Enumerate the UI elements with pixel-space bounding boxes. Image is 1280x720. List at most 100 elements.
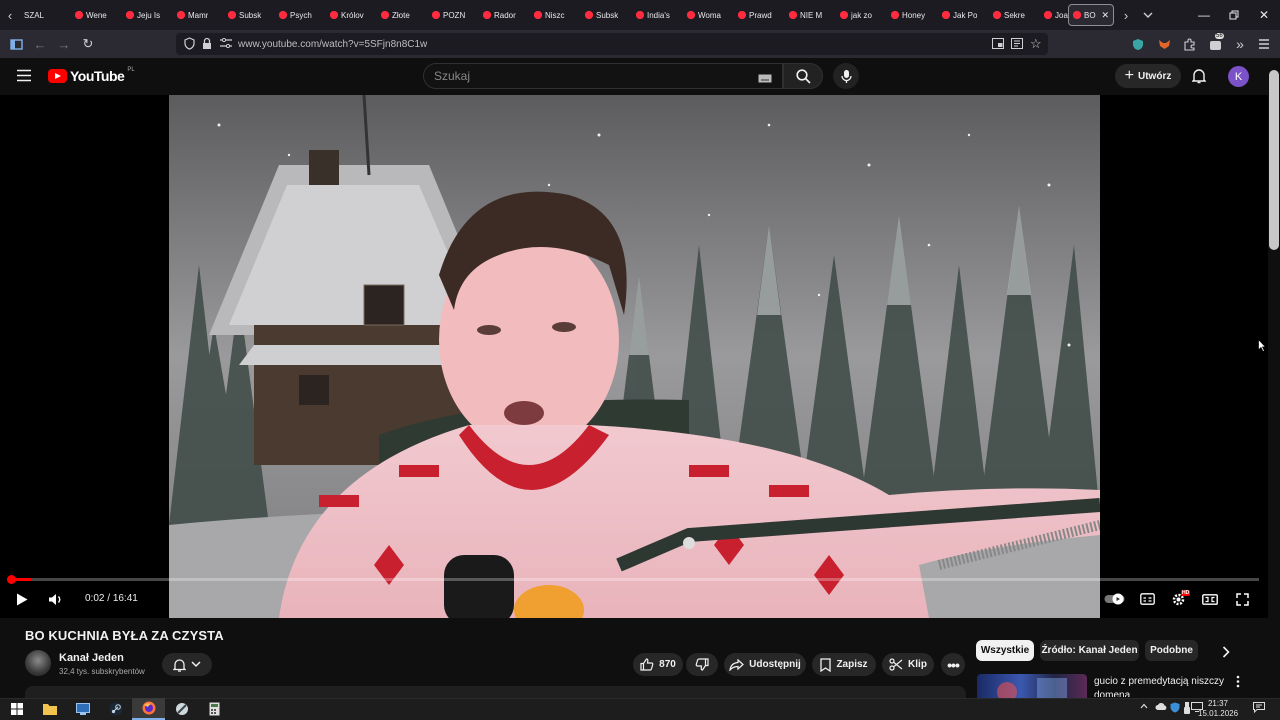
keyboard-icon[interactable] bbox=[758, 72, 772, 86]
browser-tab[interactable]: Honey bbox=[887, 4, 937, 26]
browser-tab[interactable]: Królov bbox=[326, 4, 376, 26]
browser-tab[interactable]: Woma bbox=[683, 4, 733, 26]
more-actions-button[interactable]: ••• bbox=[941, 653, 965, 676]
recommendation-menu-icon[interactable] bbox=[1236, 675, 1240, 693]
clip-label: Klip bbox=[908, 659, 927, 670]
reader-view-icon[interactable] bbox=[1011, 38, 1023, 52]
voice-search-button[interactable] bbox=[833, 63, 859, 89]
theater-mode-button[interactable] bbox=[1200, 588, 1220, 610]
url-text[interactable]: www.youtube.com/watch?v=5SFjn8n8C1w bbox=[238, 39, 427, 50]
active-tab[interactable]: BO ✕ bbox=[1068, 4, 1114, 26]
browser-menu-icon[interactable] bbox=[1252, 30, 1276, 58]
browser-tab[interactable]: POZN bbox=[428, 4, 478, 26]
filter-chip[interactable]: Źródło: Kanał Jeden bbox=[1040, 640, 1139, 661]
browser-tab[interactable]: Mamr bbox=[173, 4, 223, 26]
sidebar-toggle-icon[interactable] bbox=[4, 30, 28, 58]
tray-overflow-chevron-icon[interactable] bbox=[1140, 701, 1148, 711]
overflow-chevrons-icon[interactable]: » bbox=[1228, 30, 1252, 58]
autoplay-toggle[interactable] bbox=[1104, 588, 1126, 610]
browser-tab[interactable]: Wene bbox=[71, 4, 121, 26]
notifications-bell-icon[interactable] bbox=[1191, 68, 1207, 89]
video-player[interactable] bbox=[0, 95, 1268, 618]
reload-icon[interactable]: ↻ bbox=[76, 30, 100, 58]
youtube-favicon-icon bbox=[330, 11, 338, 19]
browser-tab[interactable]: NIE M bbox=[785, 4, 835, 26]
start-windows-icon[interactable] bbox=[0, 698, 33, 720]
restore-window-icon[interactable] bbox=[1218, 0, 1250, 30]
subscription-bell-button[interactable] bbox=[162, 653, 212, 676]
channel-avatar[interactable] bbox=[25, 650, 51, 676]
clip-button[interactable]: Klip bbox=[882, 653, 934, 676]
fullscreen-button[interactable] bbox=[1232, 588, 1252, 610]
tab-scroll-right-icon[interactable]: › bbox=[1116, 0, 1136, 30]
extension-shield-icon[interactable] bbox=[1126, 30, 1150, 58]
taskbar-clock[interactable]: 21:37 15.01.2026 bbox=[1198, 699, 1238, 719]
tray-usb-icon[interactable] bbox=[1184, 702, 1190, 716]
browser-tab[interactable]: SZAL bbox=[20, 4, 70, 26]
dislike-button[interactable] bbox=[686, 653, 718, 676]
create-button[interactable]: + Utwórz bbox=[1115, 64, 1181, 88]
browser-tab[interactable]: Sekre bbox=[989, 4, 1039, 26]
description-box[interactable] bbox=[25, 686, 966, 698]
browser-tab[interactable]: Złote bbox=[377, 4, 427, 26]
forward-icon[interactable]: → bbox=[52, 30, 76, 58]
tab-list-chevron-icon[interactable] bbox=[1138, 0, 1158, 30]
search-input[interactable]: Szukaj bbox=[423, 63, 783, 89]
picture-in-picture-icon[interactable] bbox=[992, 38, 1004, 52]
save-button[interactable]: Zapisz bbox=[812, 653, 876, 676]
page-scrollbar-thumb[interactable] bbox=[1269, 70, 1279, 250]
share-button[interactable]: Udostępnij bbox=[724, 653, 806, 676]
calculator-icon[interactable] bbox=[198, 698, 231, 720]
extension-fox-icon[interactable] bbox=[1152, 30, 1176, 58]
recommendation-thumbnail[interactable] bbox=[977, 674, 1087, 698]
browser-tab[interactable]: India's bbox=[632, 4, 682, 26]
tray-security-icon[interactable] bbox=[1170, 702, 1180, 715]
back-icon[interactable]: ← bbox=[28, 30, 52, 58]
bookmark-star-icon[interactable]: ☆ bbox=[1030, 36, 1042, 52]
filter-chip[interactable]: Podobne bbox=[1145, 640, 1198, 661]
browser-tab[interactable]: Jak Po bbox=[938, 4, 988, 26]
lock-icon[interactable] bbox=[202, 37, 212, 53]
browser-tab[interactable]: Jeju Is bbox=[122, 4, 172, 26]
guide-menu-icon[interactable] bbox=[16, 69, 32, 87]
account-avatar[interactable]: K bbox=[1228, 66, 1249, 87]
progress-bar[interactable] bbox=[11, 578, 1259, 581]
chips-next-chevron-icon[interactable] bbox=[1222, 645, 1230, 663]
permissions-icon[interactable] bbox=[220, 37, 232, 51]
search-button[interactable] bbox=[783, 63, 823, 89]
tab-scroll-left-icon[interactable]: ‹ bbox=[0, 0, 20, 30]
filter-chip[interactable]: Wszystkie bbox=[976, 640, 1034, 661]
shield-icon[interactable] bbox=[184, 37, 195, 53]
minimize-window-icon[interactable]: — bbox=[1188, 0, 1220, 30]
progress-scrubber-handle[interactable] bbox=[7, 575, 16, 584]
browser-tab[interactable]: jak zo bbox=[836, 4, 886, 26]
app-tool-icon[interactable] bbox=[165, 698, 198, 720]
active-tab-label: BO bbox=[1084, 10, 1096, 20]
browser-tab[interactable]: Niszc bbox=[530, 4, 580, 26]
like-button[interactable]: 870 bbox=[633, 653, 683, 676]
recommendation-title[interactable]: gucio z premedytacją niszczy domena bbox=[1094, 675, 1234, 697]
close-tab-icon[interactable]: ✕ bbox=[1101, 10, 1109, 21]
browser-tab[interactable]: Psych bbox=[275, 4, 325, 26]
settings-button[interactable]: HD bbox=[1168, 588, 1191, 610]
volume-button[interactable] bbox=[46, 588, 66, 610]
browser-tab[interactable]: Subsk bbox=[581, 4, 631, 26]
browser-tab[interactable]: Rador bbox=[479, 4, 529, 26]
address-bar[interactable]: www.youtube.com/watch?v=5SFjn8n8C1w ☆ bbox=[176, 33, 1048, 55]
video-frame[interactable] bbox=[169, 95, 1100, 618]
subtitles-button[interactable] bbox=[1137, 588, 1157, 610]
close-window-icon[interactable]: ✕ bbox=[1248, 0, 1280, 30]
firefox-icon[interactable] bbox=[132, 698, 165, 720]
channel-name[interactable]: Kanał Jeden bbox=[59, 652, 124, 664]
browser-tab[interactable]: Prawd bbox=[734, 4, 784, 26]
steam-icon[interactable] bbox=[99, 698, 132, 720]
notifications-center-icon[interactable] bbox=[1253, 702, 1265, 715]
extension-badge-icon[interactable]: 56 bbox=[1203, 30, 1227, 58]
browser-tab[interactable]: Subsk bbox=[224, 4, 274, 26]
app-monitor-icon[interactable] bbox=[66, 698, 99, 720]
play-button[interactable] bbox=[12, 588, 32, 610]
extensions-puzzle-icon[interactable] bbox=[1177, 30, 1201, 58]
file-explorer-icon[interactable] bbox=[33, 698, 66, 720]
youtube-logo[interactable]: YouTube PL bbox=[48, 67, 135, 84]
tray-cloud-icon[interactable] bbox=[1155, 702, 1167, 713]
